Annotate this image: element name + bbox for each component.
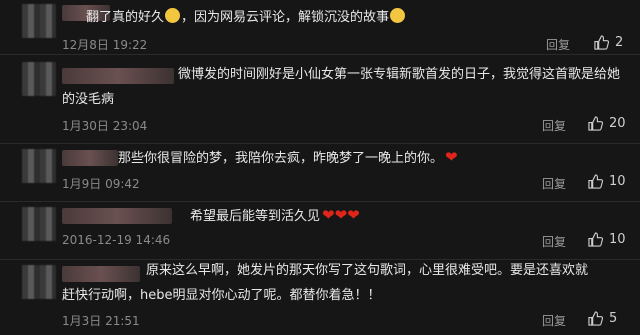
like-count: 10 <box>609 231 626 247</box>
comment-text-line: 原来这么早啊，她发片的那天你写了这句歌词，心里很难受吧。要是还喜欢就 <box>146 263 589 278</box>
username[interactable] <box>62 266 140 282</box>
emoji-icon <box>390 8 406 23</box>
comment-time: 2016-12-19 14:46 <box>62 233 171 247</box>
heart-icon: ❤ <box>445 148 458 166</box>
like-button[interactable]: 10 <box>588 231 626 247</box>
like-count: 10 <box>609 173 626 189</box>
avatar[interactable] <box>22 62 56 96</box>
comment-time: 1月30日 23:04 <box>62 119 148 133</box>
comment-text: 翻了真的好久 ，因为网易云评论，解锁沉没的故事 <box>86 6 406 29</box>
thumbs-up-icon <box>588 231 603 247</box>
comment-text-line: 的没毛病 <box>62 92 115 107</box>
username[interactable] <box>62 150 118 166</box>
comment-time: 12月8日 19:22 <box>62 38 148 52</box>
avatar[interactable] <box>22 4 56 38</box>
comment-time: 1月9日 09:42 <box>62 177 140 191</box>
reply-button[interactable]: 回复 <box>542 175 566 192</box>
comment-text: 那些你很冒险的梦，我陪你去疯，昨晚梦了一晚上的你。 ❤ <box>118 148 458 166</box>
thumbs-up-icon <box>588 115 603 131</box>
like-button[interactable]: 20 <box>588 115 626 131</box>
like-count: 20 <box>609 115 626 131</box>
comment-text: 希望最后能等到活久见 ❤❤❤ <box>190 206 360 224</box>
heart-icon: ❤❤❤ <box>322 206 360 224</box>
comment-text-line: 微博发的时间刚好是小仙女第一张专辑新歌首发的日子，我觉得这首歌是给她 <box>178 67 621 82</box>
comment-item: 那些你很冒险的梦，我陪你去疯，昨晚梦了一晚上的你。 ❤ 1月9日 09:42 回复… <box>0 143 640 202</box>
comment-text-line: 赶快行动啊，hebe明显对你心动了呢。都替你着急！！ <box>62 288 381 303</box>
like-count: 5 <box>609 310 618 326</box>
thumbs-up-icon <box>588 173 603 189</box>
comment-item: 翻了真的好久 ，因为网易云评论，解锁沉没的故事 12月8日 19:22 回复 2 <box>0 0 640 55</box>
comment-item: 原来这么早啊，她发片的那天你写了这句歌词，心里很难受吧。要是还喜欢就 赶快行动啊… <box>0 259 640 335</box>
emoji-icon <box>165 8 181 23</box>
reply-button[interactable]: 回复 <box>542 233 566 250</box>
like-button[interactable]: 2 <box>594 34 623 50</box>
reply-button[interactable]: 回复 <box>546 36 570 53</box>
comment-item: 微博发的时间刚好是小仙女第一张专辑新歌首发的日子，我觉得这首歌是给她 的没毛病 … <box>0 54 640 144</box>
like-count: 2 <box>615 34 624 50</box>
avatar[interactable] <box>22 265 56 299</box>
reply-button[interactable]: 回复 <box>542 312 566 329</box>
avatar[interactable] <box>22 207 56 241</box>
thumbs-up-icon <box>588 310 603 326</box>
like-button[interactable]: 10 <box>588 173 626 189</box>
username[interactable] <box>62 68 174 84</box>
avatar[interactable] <box>22 149 56 183</box>
username[interactable] <box>62 208 172 224</box>
thumbs-up-icon <box>594 34 609 50</box>
reply-button[interactable]: 回复 <box>542 117 566 134</box>
comment-time: 1月3日 21:51 <box>62 314 140 328</box>
like-button[interactable]: 5 <box>588 310 617 326</box>
comment-item: 希望最后能等到活久见 ❤❤❤ 2016-12-19 14:46 回复 10 <box>0 201 640 260</box>
